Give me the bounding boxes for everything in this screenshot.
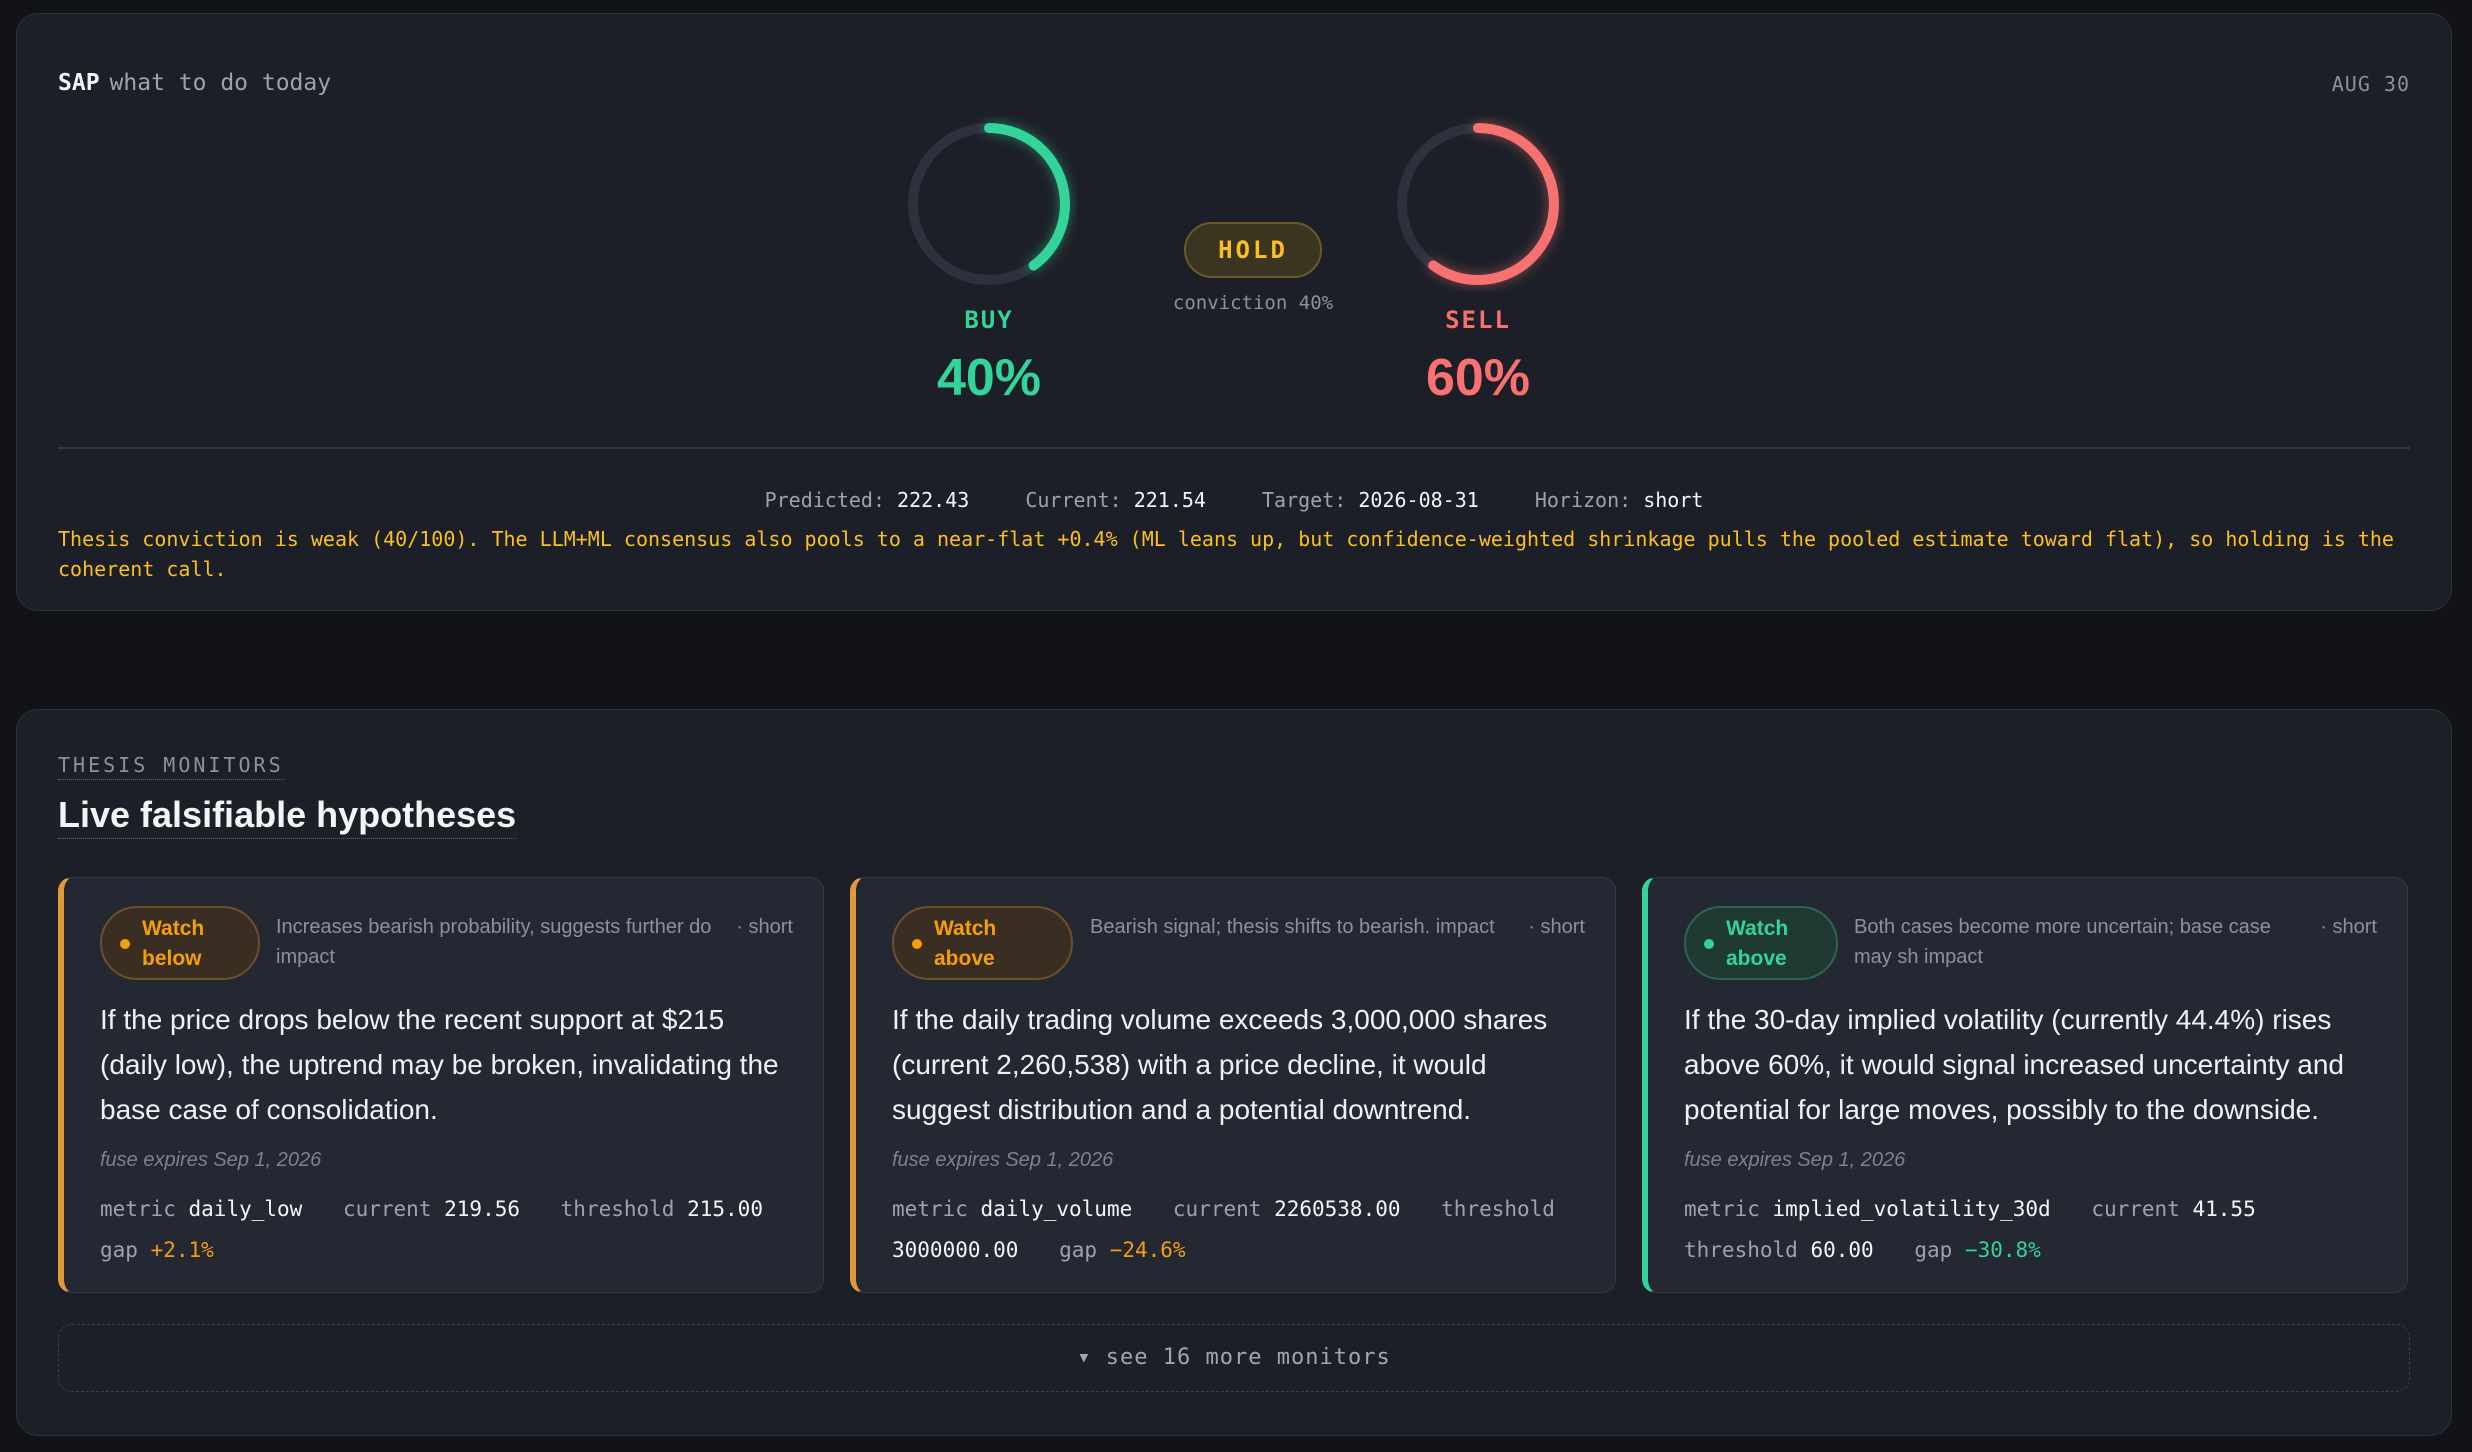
metric-label: metric [1684, 1197, 1760, 1221]
metric-value: daily_low [188, 1197, 303, 1221]
threshold-label: threshold [1441, 1197, 1555, 1221]
stat-target-value: 2026-08-31 [1358, 488, 1479, 512]
badge-label: Watch above [1726, 917, 1789, 970]
monitor-card: Watch above Both cases become more uncer… [1642, 877, 2408, 1293]
current-label: current [342, 1197, 432, 1221]
monitor-impact: Both cases become more uncertain; base c… [1854, 916, 2271, 968]
monitor-card: Watch above Bearish signal; thesis shift… [850, 877, 1616, 1293]
stat-current-label: Current: [1025, 488, 1122, 512]
threshold-value: 60.00 [1810, 1238, 1874, 1262]
ticker-symbol: SAP [58, 70, 100, 96]
watch-above-badge: Watch above [1684, 906, 1838, 980]
monitor-impact: Bearish signal; thesis shifts to bearish… [1090, 916, 1495, 938]
current-value: 2260538.00 [1274, 1197, 1401, 1221]
sell-percent: 60% [1425, 349, 1531, 407]
divider [58, 447, 2410, 449]
monitor-hypothesis: If the price drops below the recent supp… [100, 1004, 779, 1125]
monitor-fuse: fuse expires Sep 1, 2026 [100, 1149, 322, 1171]
metric-value: daily_volume [980, 1197, 1133, 1221]
sell-ring-icon [1397, 123, 1559, 285]
status-dot-icon [1704, 939, 1714, 949]
monitor-impact: Increases bearish probability, suggests … [276, 916, 712, 968]
badge-label: Watch below [142, 917, 205, 970]
conviction-text: conviction 40% [1172, 292, 1334, 314]
stat-predicted-value: 222.43 [897, 488, 970, 512]
threshold-value: 3000000.00 [892, 1238, 1019, 1262]
current-label: current [2091, 1197, 2180, 1221]
current-value: 41.55 [2192, 1197, 2256, 1221]
see-more-button[interactable]: ▾ see 16 more monitors [58, 1324, 2410, 1392]
monitor-fuse: fuse expires Sep 1, 2026 [1684, 1149, 1906, 1171]
stat-horizon-value: short [1643, 488, 1704, 512]
header-date: AUG 30 [2331, 72, 2410, 96]
monitor-header: Watch above Bearish signal; thesis shift… [892, 906, 1585, 980]
monitor-horizon: · short [2320, 916, 2377, 938]
header-subtitle: what to do today [109, 70, 332, 96]
monitor-metrics: metric daily_low current 219.56 threshol… [100, 1189, 799, 1271]
card-header: SAP what to do today [58, 70, 331, 96]
monitor-fuse: fuse expires Sep 1, 2026 [892, 1149, 1114, 1171]
monitor-header: Watch below Increases bearish probabilit… [100, 906, 793, 980]
threshold-value: 215.00 [687, 1197, 763, 1221]
section-title: Live falsifiable hypotheses [58, 794, 517, 839]
stat-horizon-label: Horizon: [1534, 488, 1632, 512]
sell-gauge: SELL 60% [1373, 116, 1583, 408]
monitor-metrics: metric daily_volume current 2260538.00 t… [892, 1189, 1591, 1271]
gap-value: −30.8% [1964, 1238, 2041, 1262]
gap-label: gap [1059, 1238, 1098, 1262]
metric-value: implied_volatility_30d [1772, 1197, 2051, 1221]
gap-label: gap [1914, 1238, 1953, 1262]
monitor-hypothesis: If the 30-day implied volatility (curren… [1684, 1004, 2344, 1125]
watch-below-badge: Watch below [100, 906, 260, 980]
status-dot-icon [912, 939, 922, 949]
metric-label: metric [100, 1197, 176, 1221]
buy-ring-icon [908, 123, 1070, 285]
monitor-metrics: metric implied_volatility_30d current 41… [1684, 1189, 2383, 1271]
gap-value: −24.6% [1109, 1238, 1186, 1262]
verdict-card: SAP what to do today AUG 30 BUY 40% HOLD … [16, 13, 2452, 611]
stats-row: Predicted: 222.43 Current: 221.54 Target… [17, 488, 2451, 512]
buy-percent: 40% [936, 349, 1042, 407]
hold-badge: HOLD [1184, 222, 1322, 278]
monitor-card: Watch below Increases bearish probabilit… [58, 877, 824, 1293]
monitor-horizon: · short [736, 916, 793, 938]
section-kicker: THESIS MONITORS [58, 753, 284, 780]
thesis-text: Thesis conviction is weak (40/100). The … [58, 527, 2394, 581]
monitor-header: Watch above Both cases become more uncer… [1684, 906, 2377, 980]
verdict-center: HOLD conviction 40% [1133, 222, 1373, 314]
stat-target-label: Target: [1262, 488, 1347, 512]
current-value: 219.56 [444, 1197, 520, 1221]
monitor-horizon: · short [1528, 916, 1585, 938]
gap-value: +2.1% [150, 1238, 214, 1262]
gap-label: gap [100, 1238, 138, 1262]
threshold-label: threshold [560, 1197, 675, 1221]
buy-label: BUY [964, 306, 1014, 334]
sell-label: SELL [1445, 306, 1511, 334]
watch-above-badge: Watch above [892, 906, 1073, 980]
threshold-label: threshold [1684, 1238, 1798, 1262]
status-dot-icon [120, 939, 130, 949]
stat-predicted-label: Predicted: [764, 488, 885, 512]
monitors-card: THESIS MONITORS Live falsifiable hypothe… [16, 709, 2452, 1436]
buy-gauge: BUY 40% [884, 116, 1094, 408]
current-label: current [1172, 1197, 1262, 1221]
monitor-hypothesis: If the daily trading volume exceeds 3,00… [892, 1004, 1548, 1125]
stat-current-value: 221.54 [1133, 488, 1206, 512]
badge-label: Watch above [934, 917, 997, 970]
metric-label: metric [892, 1197, 968, 1221]
